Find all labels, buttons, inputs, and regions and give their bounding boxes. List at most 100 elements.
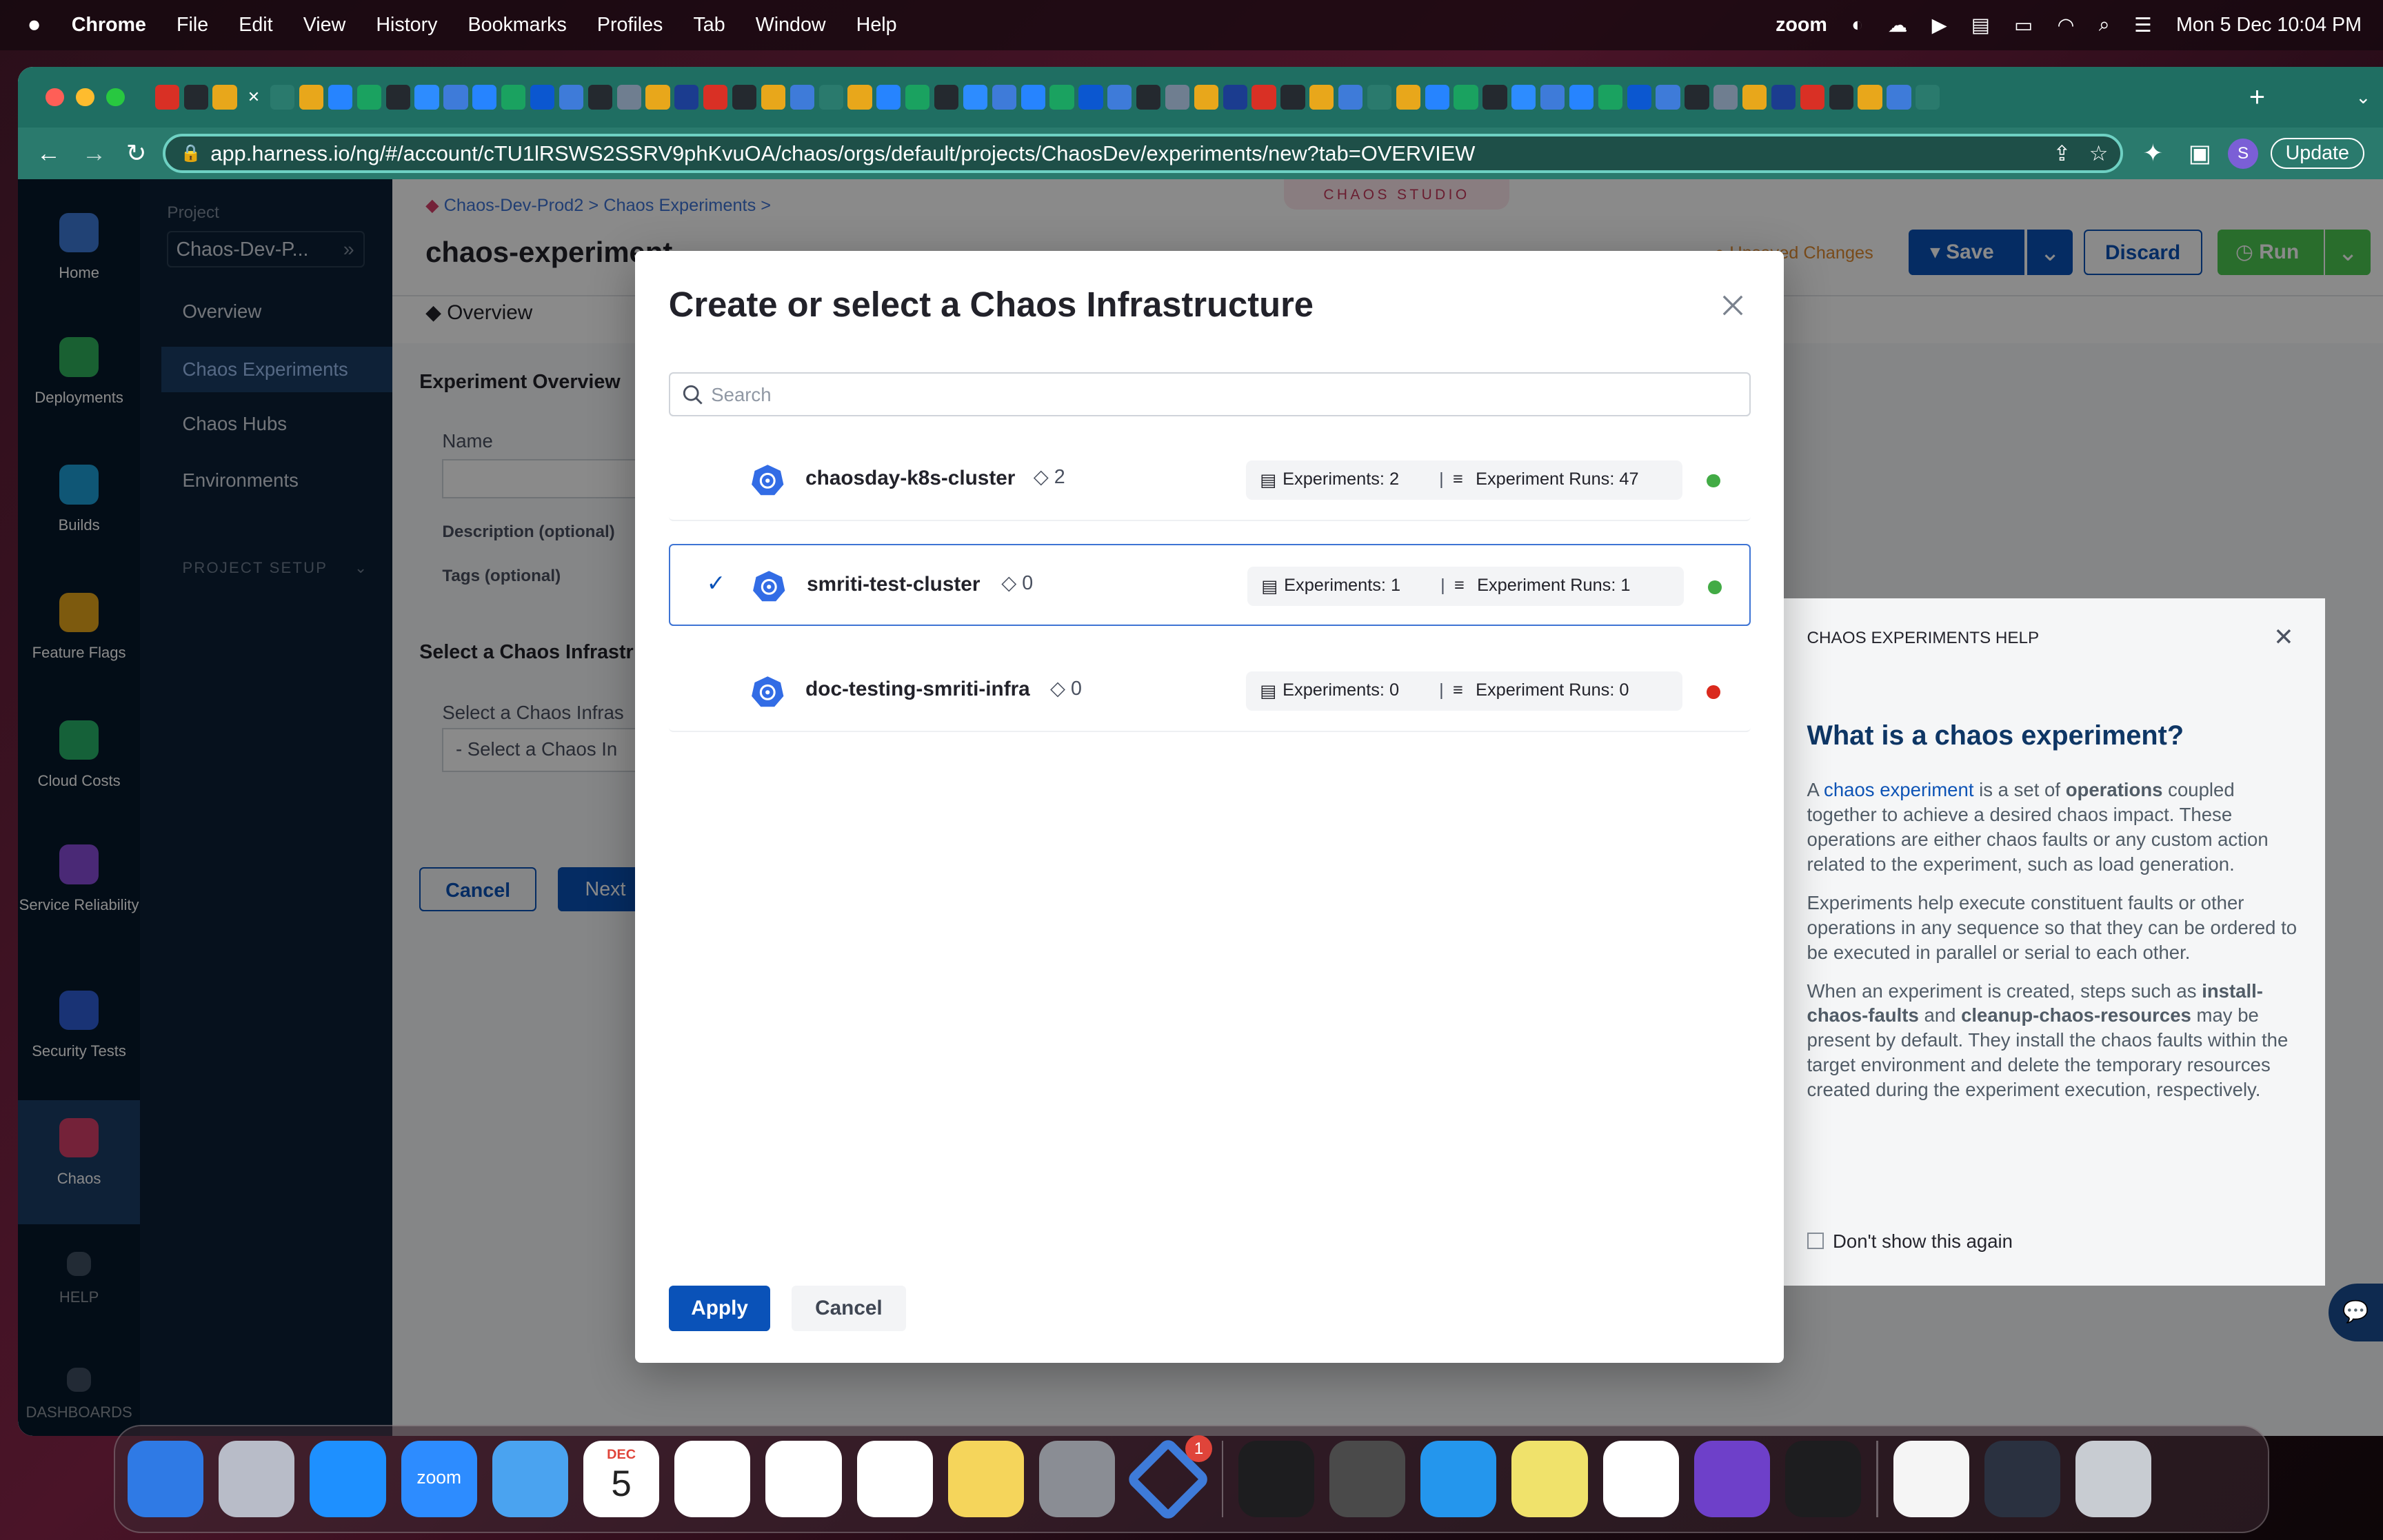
pinned-tab-favicon-icon[interactable] [530, 85, 555, 110]
pinned-tab-favicon-icon[interactable] [847, 85, 872, 110]
zoom-status-icon[interactable]: zoom [1776, 14, 1827, 37]
profile-avatar[interactable]: S [2228, 138, 2259, 169]
pinned-tab-favicon-icon[interactable] [472, 85, 497, 110]
dock-reminders-icon[interactable] [856, 1441, 933, 1517]
pinned-tab-favicon-icon[interactable] [1858, 85, 1882, 110]
pinned-tab-favicon-icon[interactable] [1540, 85, 1565, 110]
menu-help[interactable]: Help [856, 14, 897, 37]
pinned-tab-favicon-icon[interactable] [212, 85, 237, 110]
dock-voice-memos-icon[interactable] [1785, 1441, 1862, 1517]
pinned-tab-favicon-icon[interactable] [1309, 85, 1334, 110]
pinned-tab-favicon-icon[interactable] [1454, 85, 1478, 110]
checkbox[interactable] [1807, 1233, 1824, 1250]
pinned-tab-favicon-icon[interactable] [414, 85, 439, 110]
bookmark-star-icon[interactable]: ☆ [2089, 141, 2109, 166]
menu-window[interactable]: Window [756, 14, 826, 37]
close-icon[interactable] [1718, 290, 1748, 321]
infra-row[interactable]: ✓ smriti-test-cluster ◇ 0 ▤ Experiments: 1 | ≡… [668, 544, 1751, 627]
pinned-tab-favicon-icon[interactable] [1425, 85, 1449, 110]
dock-document-icon[interactable] [1893, 1441, 1969, 1517]
pinned-tab-favicon-icon[interactable] [559, 85, 584, 110]
back-icon[interactable]: ← [37, 140, 61, 168]
dock-screenshot-icon[interactable] [1984, 1441, 2060, 1517]
infra-row[interactable]: chaosday-k8s-cluster ◇ 2 ▤ Experiments: 2 | ≡… [668, 439, 1751, 521]
pinned-tab-favicon-icon[interactable] [1916, 85, 1940, 110]
pinned-tab-favicon-icon[interactable] [1136, 85, 1161, 110]
sidepanel-icon[interactable]: ▣ [2189, 139, 2211, 168]
apply-button[interactable]: Apply [668, 1285, 771, 1331]
menu-history[interactable]: History [376, 14, 437, 37]
pinned-tab-favicon-icon[interactable] [1656, 85, 1680, 110]
pinned-tab-favicon-icon[interactable] [963, 85, 988, 110]
pinned-tab-favicon-icon[interactable] [1482, 85, 1507, 110]
extensions-icon[interactable]: ✦ [2143, 139, 2164, 168]
menu-file[interactable]: File [177, 14, 208, 37]
menu-edit[interactable]: Edit [239, 14, 272, 37]
dock-launchpad-icon[interactable] [219, 1441, 295, 1517]
dock-chrome-icon[interactable] [765, 1441, 842, 1517]
pinned-tab-favicon-icon[interactable] [905, 85, 930, 110]
share-icon[interactable]: ⇪ [2053, 141, 2071, 166]
dont-show-again[interactable]: Don't show this again [1807, 1230, 2013, 1253]
pinned-tab-favicon-icon[interactable] [328, 85, 353, 110]
tab-list-chevron-icon[interactable]: ⌄ [2355, 87, 2371, 108]
minimize-window-button[interactable] [76, 88, 94, 107]
pinned-tab-favicon-icon[interactable] [1771, 85, 1796, 110]
dock-trash-icon[interactable] [2075, 1441, 2152, 1517]
menu-profiles[interactable]: Profiles [597, 14, 663, 37]
pinned-tab-favicon-icon[interactable] [1165, 85, 1190, 110]
pinned-tab-favicon-icon[interactable] [1107, 85, 1132, 110]
pinned-tab-favicon-icon[interactable] [1829, 85, 1853, 110]
pinned-tab-favicon-icon[interactable] [385, 85, 410, 110]
pinned-tab-favicon-icon[interactable] [934, 85, 959, 110]
pinned-tab-favicon-icon[interactable] [1742, 85, 1767, 110]
pinned-tab-favicon-icon[interactable] [1367, 85, 1392, 110]
reload-icon[interactable]: ↻ [126, 139, 147, 168]
pinned-tab-favicon-icon[interactable] [1049, 85, 1074, 110]
menu-view[interactable]: View [303, 14, 346, 37]
dock-github-desktop-icon[interactable] [1693, 1441, 1771, 1517]
dock-safari-icon[interactable] [310, 1441, 386, 1517]
pinned-tab-favicon-icon[interactable] [645, 85, 670, 110]
pinned-tab-favicon-icon[interactable] [616, 85, 641, 110]
active-tab-close-icon[interactable]: ✕ [241, 85, 265, 109]
update-button[interactable]: Update [2270, 137, 2364, 170]
pinned-tab-favicon-icon[interactable] [587, 85, 612, 110]
dock-docker-icon[interactable] [1420, 1441, 1497, 1517]
pinned-tab-favicon-icon[interactable] [1713, 85, 1738, 110]
search-input[interactable]: Search [668, 372, 1751, 416]
pinned-tab-favicon-icon[interactable] [818, 85, 843, 110]
address-bar[interactable]: 🔒 app.harness.io/ng/#/account/cTU1lRSWS2… [162, 133, 2123, 174]
pinned-tab-favicon-icon[interactable] [1194, 85, 1218, 110]
pinned-tab-favicon-icon[interactable] [1251, 85, 1276, 110]
pinned-tab-favicon-icon[interactable] [674, 85, 699, 110]
menubar-app-name[interactable]: Chrome [72, 14, 146, 37]
help-link[interactable]: chaos experiment [1824, 779, 1973, 800]
pinned-tab-favicon-icon[interactable] [1887, 85, 1911, 110]
pinned-tab-favicon-icon[interactable] [1078, 85, 1103, 110]
pinned-tab-favicon-icon[interactable] [1569, 85, 1594, 110]
dock-stickies-icon[interactable] [1511, 1441, 1588, 1517]
dock-calendar-icon[interactable]: DEC 5 [583, 1441, 660, 1517]
pinned-tab-favicon-icon[interactable] [154, 85, 179, 110]
pinned-tab-favicon-icon[interactable] [1338, 85, 1363, 110]
close-window-button[interactable] [46, 88, 64, 107]
pinned-tab-favicon-icon[interactable] [1223, 85, 1247, 110]
pinned-tab-favicon-icon[interactable] [790, 85, 814, 110]
pinned-tab-favicon-icon[interactable] [732, 85, 757, 110]
dock-vscode-icon[interactable] [1602, 1441, 1679, 1517]
modal-cancel-button[interactable]: Cancel [792, 1285, 906, 1331]
dock-slack-icon[interactable] [674, 1441, 751, 1517]
pinned-tab-favicon-icon[interactable] [1627, 85, 1651, 110]
dock-zoom-icon[interactable]: zoom [401, 1441, 477, 1517]
battery-icon[interactable]: ▭ [2014, 13, 2033, 37]
pinned-tab-favicon-icon[interactable] [1800, 85, 1824, 110]
pinned-tab-favicon-icon[interactable] [299, 85, 324, 110]
chat-icon[interactable]: 💬 [2328, 1284, 2383, 1342]
wifi-icon[interactable]: ◠ [2057, 13, 2074, 37]
dock-terminal-icon[interactable] [1238, 1441, 1314, 1517]
pinned-tab-favicon-icon[interactable] [501, 85, 526, 110]
pinned-tab-favicon-icon[interactable] [703, 85, 728, 110]
pinned-tab-favicon-icon[interactable] [1598, 85, 1622, 110]
apple-icon[interactable]: ● [28, 12, 41, 38]
